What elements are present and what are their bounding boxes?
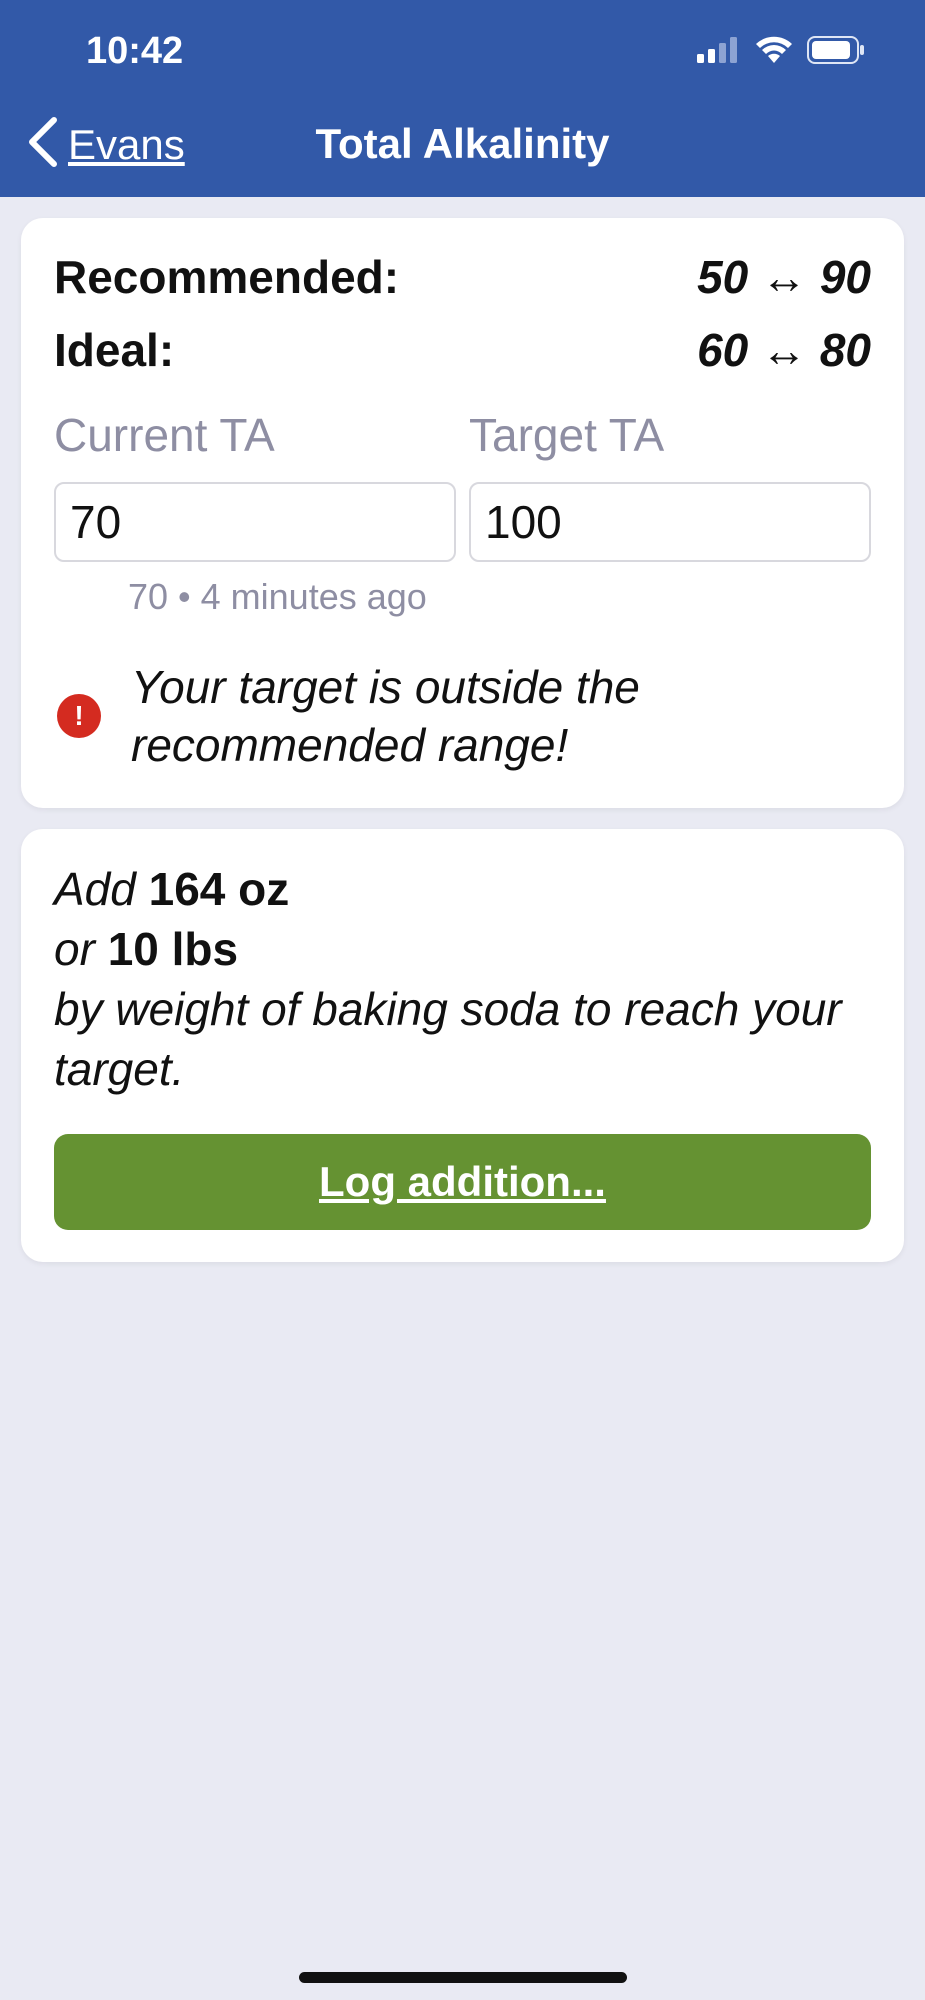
signal-icon xyxy=(697,37,741,68)
alkalinity-card: Recommended: 50 ↔ 90 Ideal: 60 ↔ 80 Curr… xyxy=(21,218,904,808)
or-word: or xyxy=(54,923,95,975)
wifi-icon xyxy=(755,36,793,69)
target-ta-label: Target TA xyxy=(469,409,665,461)
ideal-label: Ideal: xyxy=(54,324,175,376)
recommendation-card: Add 164 oz or 10 lbs by weight of baking… xyxy=(21,829,904,1262)
amount-oz: 164 oz xyxy=(148,863,290,915)
target-ta-input[interactable]: 100 xyxy=(469,482,871,562)
current-ta-label: Current TA xyxy=(54,409,275,461)
status-icons xyxy=(697,36,865,69)
ideal-value: 60 ↔ 80 xyxy=(697,324,871,376)
page-title: Total Alkalinity xyxy=(315,120,610,167)
recommendation-description: by weight of baking soda to reach your t… xyxy=(54,983,842,1095)
warning-text: Your target is outside the recommended r… xyxy=(131,661,640,771)
home-indicator[interactable] xyxy=(299,1972,627,1983)
battery-icon xyxy=(807,36,865,69)
recommendation-text: Add 164 oz or 10 lbs by weight of baking… xyxy=(54,859,874,1099)
top-bar: 10:42 Evans Total Alkalinity xyxy=(0,0,925,197)
add-word: Add xyxy=(54,863,136,915)
amount-lbs: 10 lbs xyxy=(107,923,239,975)
last-reading-note: 70 • 4 minutes ago xyxy=(128,576,427,617)
current-ta-input[interactable]: 70 xyxy=(54,482,456,562)
ideal-row: Ideal: 60 ↔ 80 xyxy=(54,323,871,377)
exclamation-icon: ! xyxy=(57,694,101,738)
recommended-label: Recommended: xyxy=(54,251,400,303)
log-addition-button[interactable]: Log addition... xyxy=(54,1134,871,1230)
recommended-row: Recommended: 50 ↔ 90 xyxy=(54,250,871,304)
recommended-value: 50 ↔ 90 xyxy=(697,251,871,303)
status-time: 10:42 xyxy=(86,30,184,72)
